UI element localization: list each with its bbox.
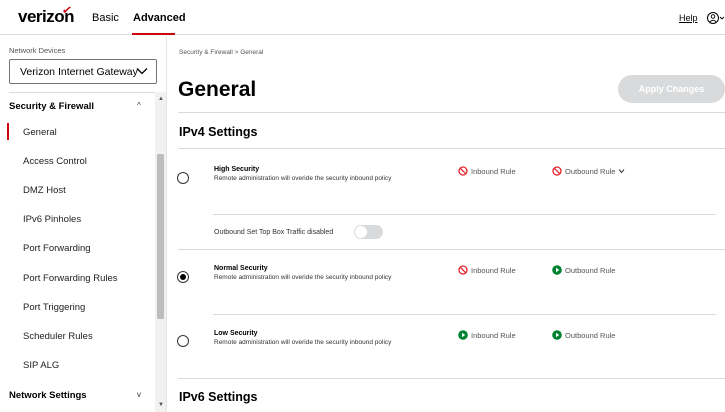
top-bar: verizon ✓ Basic Advanced Help — [0, 0, 725, 35]
title-divider — [178, 112, 725, 113]
tab-advanced[interactable]: Advanced — [133, 12, 186, 24]
active-item-indicator — [7, 123, 9, 140]
sidebar-item-general[interactable]: General — [23, 127, 57, 138]
sidebar: Network Devices Verizon Internet Gateway… — [0, 36, 167, 412]
low-security-description: Remote administration will overide the s… — [214, 339, 392, 346]
row-divider — [178, 249, 725, 250]
high-inbound-rule: Inbound Rule — [458, 166, 516, 176]
play-circle-icon — [552, 265, 562, 275]
sidebar-divider — [9, 92, 157, 93]
sidebar-item-dmz-host[interactable]: DMZ Host — [23, 185, 66, 196]
chevron-down-icon[interactable] — [618, 168, 625, 174]
normal-security-description: Remote administration will overide the s… — [214, 274, 392, 281]
ipv6-settings-title: IPv6 Settings — [179, 390, 258, 404]
active-tab-indicator — [132, 33, 175, 35]
outbound-stb-toggle[interactable] — [354, 225, 383, 239]
device-select[interactable]: Verizon Internet Gateway — [9, 59, 157, 84]
row-divider — [213, 314, 716, 315]
sidebar-item-ipv6-pinholes[interactable]: IPv6 Pinholes — [23, 214, 81, 225]
sidebar-scrollbar-thumb[interactable] — [157, 154, 164, 319]
high-security-title: High Security — [214, 166, 260, 173]
network-devices-label: Network Devices — [9, 46, 66, 55]
help-link[interactable]: Help — [679, 13, 698, 23]
outbound-stb-toggle-label: Outbound Set Top Box Traffic disabled — [214, 229, 334, 236]
outbound-rule-label: Outbound Rule — [565, 265, 616, 275]
sidebar-item-port-triggering[interactable]: Port Triggering — [23, 302, 85, 313]
normal-security-title: Normal Security — [214, 265, 268, 272]
no-entry-icon — [458, 166, 468, 176]
chevron-down-icon — [136, 68, 148, 75]
chevron-up-icon[interactable]: ^ — [137, 101, 141, 110]
low-security-title: Low Security — [214, 330, 258, 337]
play-circle-icon — [552, 330, 562, 340]
radio-high-security[interactable] — [177, 172, 189, 184]
radio-normal-security[interactable] — [177, 271, 189, 283]
play-circle-icon — [458, 330, 468, 340]
section-divider — [178, 378, 725, 379]
row-divider — [213, 214, 716, 215]
sidebar-item-scheduler-rules[interactable]: Scheduler Rules — [23, 331, 93, 342]
inbound-rule-label: Inbound Rule — [471, 265, 516, 275]
high-security-description: Remote administration will overide the s… — [214, 175, 392, 182]
chevron-down-icon[interactable]: v — [137, 390, 141, 399]
outbound-rule-label: Outbound Rule — [565, 330, 616, 340]
tab-basic[interactable]: Basic — [92, 12, 119, 24]
section-divider — [178, 148, 725, 149]
user-circle-icon[interactable] — [706, 11, 725, 25]
low-outbound-rule: Outbound Rule — [552, 330, 615, 340]
ipv4-settings-title: IPv4 Settings — [179, 125, 258, 139]
sidebar-item-port-forwarding-rules[interactable]: Port Forwarding Rules — [23, 273, 118, 284]
breadcrumb: Security & Firewall > General — [179, 49, 264, 56]
normal-inbound-rule: Inbound Rule — [458, 265, 516, 275]
sidebar-item-port-forwarding[interactable]: Port Forwarding — [23, 243, 91, 254]
inbound-rule-label: Inbound Rule — [471, 166, 516, 176]
no-entry-icon — [458, 265, 468, 275]
normal-outbound-rule: Outbound Rule — [552, 265, 615, 275]
radio-selected-dot — [180, 274, 186, 280]
page-title: General — [178, 78, 257, 101]
low-inbound-rule: Inbound Rule — [458, 330, 516, 340]
sidebar-item-access-control[interactable]: Access Control — [23, 156, 87, 167]
high-outbound-rule[interactable]: Outbound Rule — [552, 166, 625, 176]
sidebar-section-security-firewall[interactable]: Security & Firewall — [9, 101, 94, 112]
scroll-down-arrow-icon[interactable]: ▼ — [158, 402, 164, 408]
sidebar-section-network-settings[interactable]: Network Settings — [9, 390, 87, 401]
scroll-up-arrow-icon[interactable]: ▲ — [158, 96, 164, 102]
sidebar-item-sip-alg[interactable]: SIP ALG — [23, 360, 59, 371]
device-select-value: Verizon Internet Gateway — [20, 66, 138, 78]
outbound-rule-label: Outbound Rule — [565, 166, 616, 176]
radio-low-security[interactable] — [177, 335, 189, 347]
no-entry-icon — [552, 166, 562, 176]
inbound-rule-label: Inbound Rule — [471, 330, 516, 340]
toggle-knob — [355, 226, 367, 238]
apply-changes-button[interactable]: Apply Changes — [618, 75, 725, 103]
